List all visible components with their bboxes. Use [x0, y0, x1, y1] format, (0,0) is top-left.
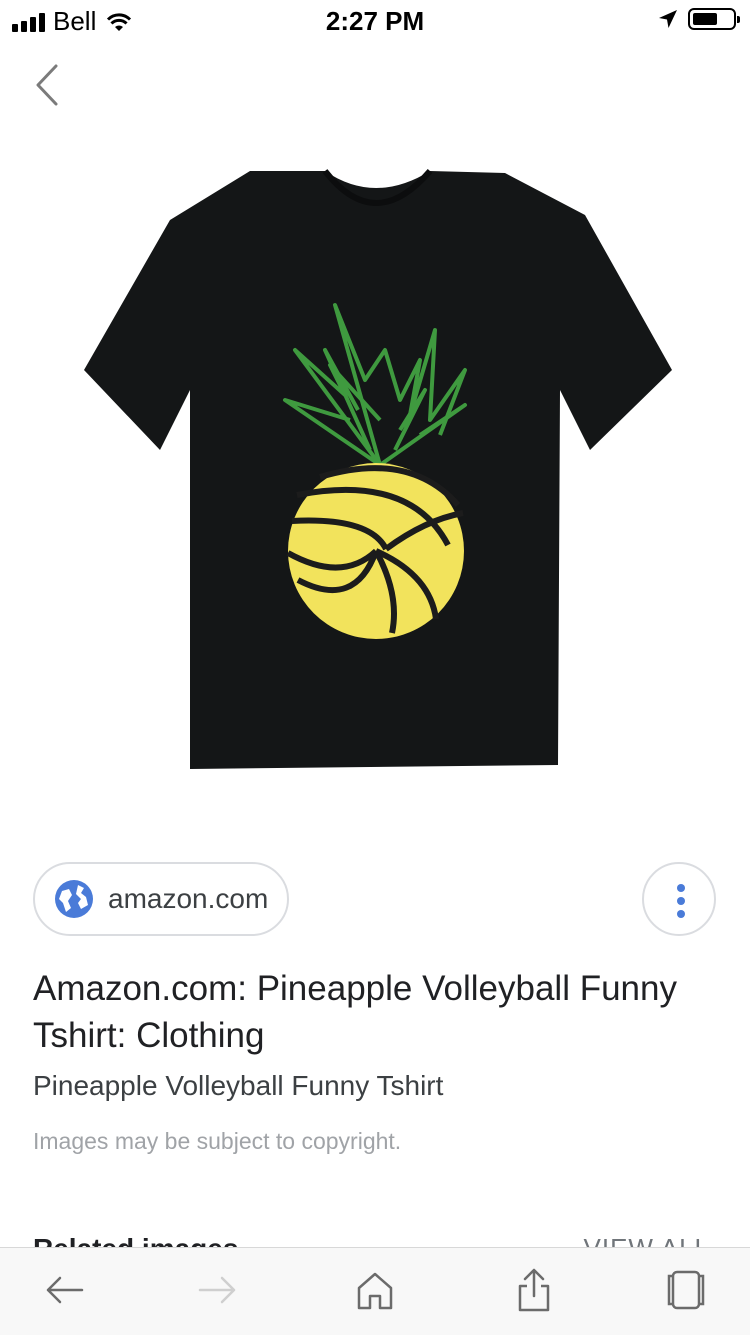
more-options-button[interactable]	[642, 862, 716, 936]
tabs-icon	[667, 1270, 705, 1310]
source-domain: amazon.com	[108, 883, 269, 914]
copyright-notice: Images may be subject to copyright.	[33, 1128, 402, 1154]
chevron-left-icon	[36, 64, 58, 106]
status-right	[658, 8, 740, 30]
toolbar-back-button[interactable]	[40, 1266, 88, 1314]
toolbar-home-button[interactable]	[351, 1266, 399, 1314]
source-chip[interactable]: amazon.com	[33, 862, 289, 936]
result-subtitle: Pineapple Volleyball Funny Tshirt	[33, 1070, 444, 1101]
location-arrow-icon	[659, 10, 677, 28]
related-images-header: Related images VIEW ALL	[0, 1225, 750, 1247]
status-time: 2:27 PM	[325, 6, 425, 36]
back-button[interactable]	[30, 60, 70, 110]
view-all-link[interactable]: VIEW ALL	[584, 1233, 711, 1247]
arrow-right-icon	[198, 1276, 236, 1304]
browser-toolbar	[0, 1247, 750, 1335]
battery-icon	[688, 8, 740, 30]
status-bar: Bell 2:27 PM	[0, 0, 750, 40]
result-title[interactable]: Amazon.com: Pineapple Volleyball Funny T…	[33, 965, 723, 1059]
toolbar-tabs-button[interactable]	[662, 1266, 710, 1314]
related-images-title: Related images	[33, 1233, 238, 1247]
globe-icon	[55, 880, 93, 918]
toolbar-forward-button[interactable]	[194, 1266, 242, 1314]
toolbar-share-button[interactable]	[510, 1266, 558, 1314]
home-icon	[357, 1272, 393, 1310]
product-image[interactable]	[80, 165, 680, 775]
share-icon	[518, 1268, 550, 1312]
arrow-left-icon	[46, 1276, 84, 1304]
tshirt-image	[84, 169, 672, 769]
